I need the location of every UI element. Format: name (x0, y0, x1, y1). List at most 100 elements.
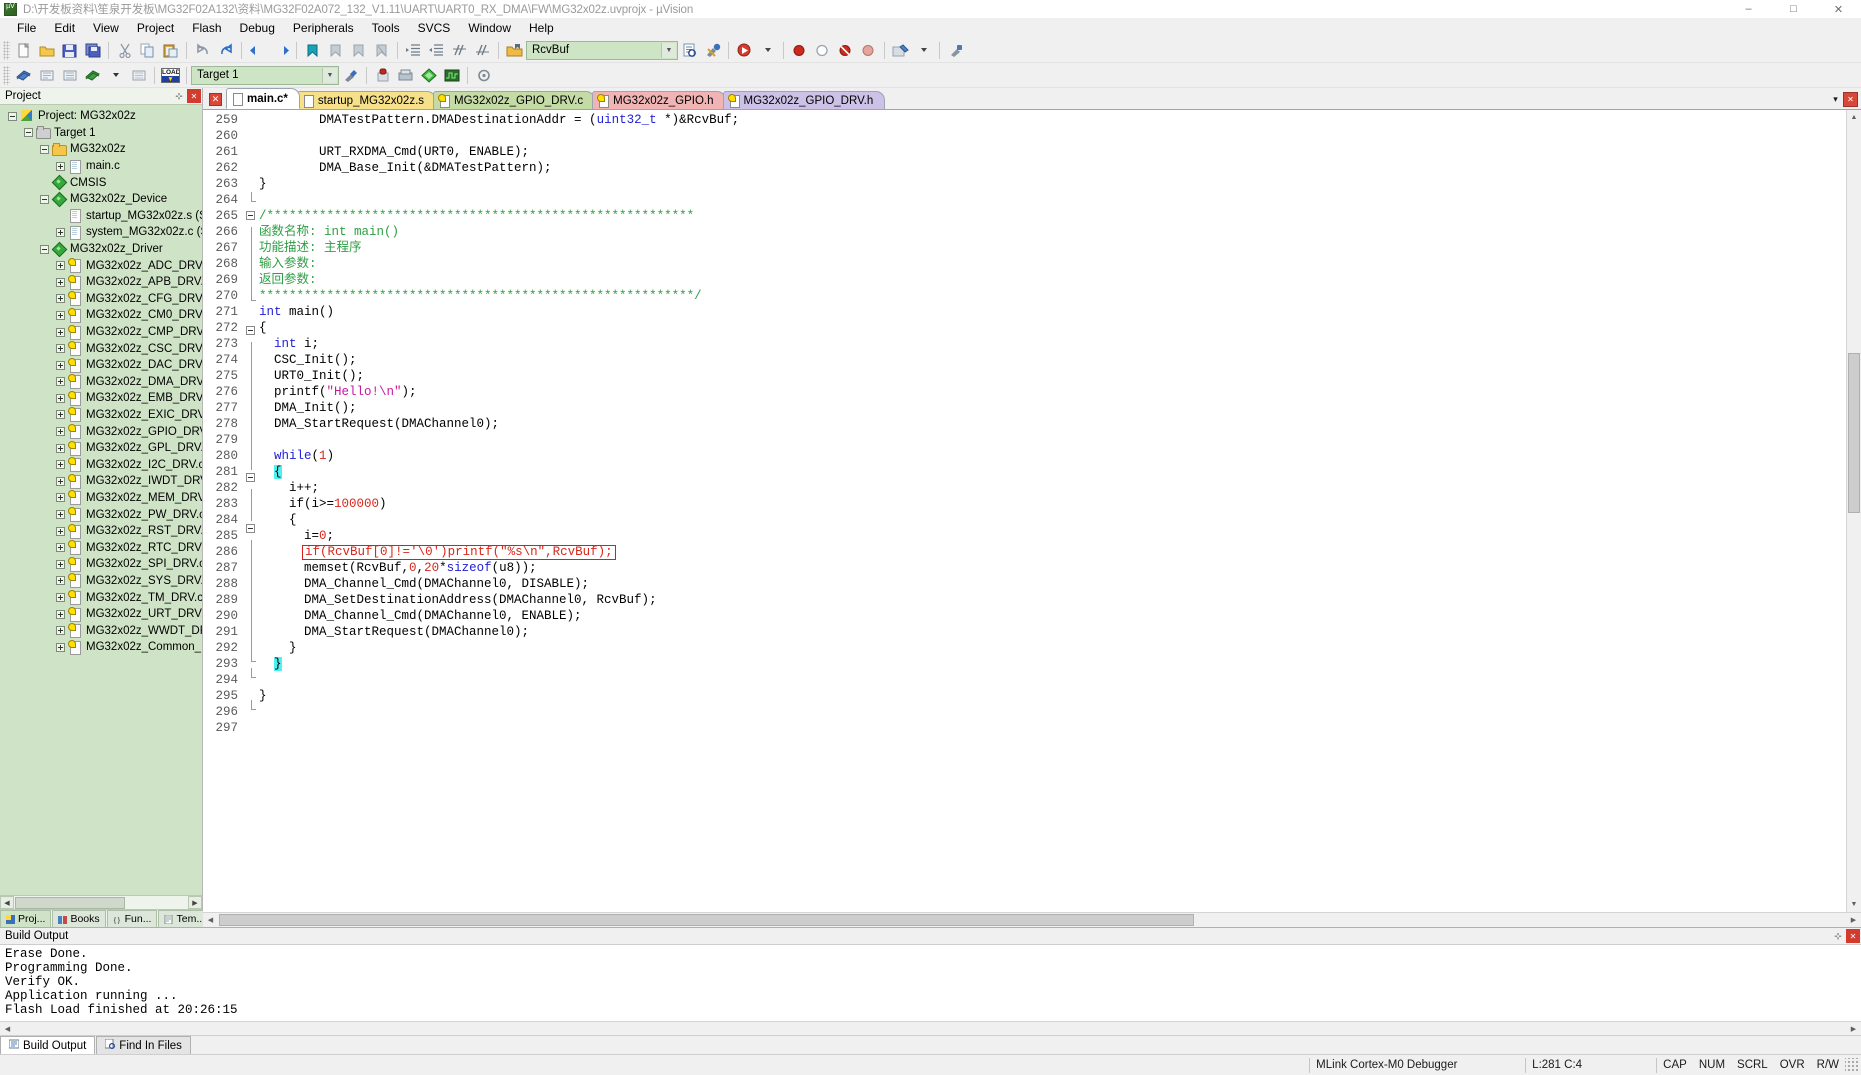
tree-item[interactable]: MG32x02z_WWDT_DRV (0, 622, 202, 639)
fold-collapse-icon[interactable] (246, 524, 255, 533)
expand-icon[interactable] (56, 559, 65, 569)
load-icon[interactable]: LOAD ▼ (160, 65, 181, 86)
tree-item[interactable]: startup_MG32x02z.s (St (0, 208, 202, 225)
code-line[interactable]: URT0_Init(); (259, 368, 1846, 384)
tree-item[interactable]: MG32x02z_RST_DRV.c ( (0, 523, 202, 540)
cut-icon[interactable] (114, 40, 135, 61)
scroll-right-icon[interactable]: ▶ (188, 896, 202, 909)
editor-tab[interactable]: main.c* (226, 88, 300, 109)
code-line[interactable]: } (259, 176, 1846, 192)
editor-tab[interactable]: MG32x02z_GPIO.h (592, 91, 726, 109)
code-line[interactable]: memset(RcvBuf,0,20*sizeof(u8)); (259, 560, 1846, 576)
build-output-text[interactable]: Erase Done. Programming Done. Verify OK. Ap… (0, 945, 1861, 1021)
code-line[interactable]: 返回参数: (259, 272, 1846, 288)
menu-edit[interactable]: Edit (45, 19, 84, 37)
code-line[interactable]: } (259, 640, 1846, 656)
scroll-track[interactable] (1847, 125, 1861, 897)
configure-toolbar-icon[interactable] (945, 40, 966, 61)
editor-tab[interactable]: MG32x02z_GPIO_DRV.h (722, 91, 886, 109)
tree-item[interactable]: MG32x02z_PW_DRV.c ( (0, 506, 202, 523)
expand-icon[interactable] (56, 327, 65, 337)
tree-item[interactable]: MG32x02z_EXIC_DRV.c (0, 407, 202, 424)
scroll-down-icon[interactable]: ▾ (1828, 92, 1843, 107)
pin-icon[interactable]: ⊹ (1831, 929, 1845, 943)
collapse-icon[interactable] (40, 244, 49, 254)
code-line[interactable] (259, 672, 1846, 688)
expand-icon[interactable] (56, 593, 65, 603)
chevron-down-icon[interactable]: ▼ (322, 67, 337, 83)
code-line[interactable]: CSC_Init(); (259, 352, 1846, 368)
tree-item[interactable]: system_MG32x02z.c (St (0, 224, 202, 241)
tree-item[interactable]: MG32x02z_CMP_DRV.c (0, 324, 202, 341)
expand-icon[interactable] (56, 277, 65, 287)
step-over-icon[interactable] (128, 65, 149, 86)
expand-icon[interactable] (56, 294, 65, 304)
expand-icon[interactable] (56, 510, 65, 520)
tree-item[interactable]: main.c (0, 158, 202, 175)
watch-icon[interactable] (418, 65, 439, 86)
collapse-icon[interactable] (40, 144, 49, 154)
fold-collapse-icon[interactable] (246, 326, 255, 335)
code-line[interactable] (259, 192, 1846, 208)
find-in-files-icon[interactable] (679, 40, 700, 61)
indent-icon[interactable] (403, 40, 424, 61)
code-line[interactable]: if(RcvBuf[0]!='\0')printf("%s\n",RcvBuf)… (259, 544, 1846, 560)
memory-icon[interactable] (395, 65, 416, 86)
expand-icon[interactable] (56, 493, 65, 503)
insert-breakpoint-icon[interactable] (789, 40, 810, 61)
menu-help[interactable]: Help (520, 19, 563, 37)
navigate-forward-icon[interactable] (270, 40, 291, 61)
navigate-back-icon[interactable] (247, 40, 268, 61)
tree-item[interactable]: CMSIS (0, 174, 202, 191)
disable-all-breakpoints-icon[interactable] (858, 40, 879, 61)
chevron-down-icon[interactable]: ▼ (661, 42, 676, 58)
tree-item[interactable]: MG32x02z_APB_DRV.c (0, 274, 202, 291)
code-line[interactable]: 功能描述: 主程序 (259, 240, 1846, 256)
configure-target-icon[interactable] (340, 65, 361, 86)
tree-item[interactable]: MG32x02z_RTC_DRV.c ( (0, 539, 202, 556)
expand-icon[interactable] (56, 526, 65, 536)
expand-icon[interactable] (56, 261, 65, 271)
disable-breakpoint-icon[interactable] (812, 40, 833, 61)
close-tab-icon[interactable]: ✕ (1843, 92, 1858, 107)
editor-tab[interactable]: startup_MG32x02z.s (296, 91, 437, 109)
code-line[interactable]: DMA_Init(); (259, 400, 1846, 416)
code-line[interactable]: URT_RXDMA_Cmd(URT0, ENABLE); (259, 144, 1846, 160)
save-all-icon[interactable] (82, 40, 103, 61)
expand-icon[interactable] (56, 310, 65, 320)
expand-icon[interactable] (56, 410, 65, 420)
configure-icon[interactable] (702, 40, 723, 61)
editor-tab[interactable]: MG32x02z_GPIO_DRV.c (433, 91, 596, 109)
step-icon[interactable] (82, 65, 103, 86)
toolbar-grip[interactable] (3, 40, 10, 60)
expand-icon[interactable] (56, 642, 65, 652)
expand-icon[interactable] (56, 460, 65, 470)
scroll-right-icon[interactable]: ▶ (1846, 913, 1861, 927)
scroll-thumb[interactable] (15, 896, 125, 909)
new-file-icon[interactable] (13, 40, 34, 61)
code-line[interactable]: DMA_StartRequest(DMAChannel0); (259, 624, 1846, 640)
scroll-left-icon[interactable]: ◀ (0, 1022, 15, 1036)
tree-item[interactable]: MG32x02z_CSC_DRV.c (0, 340, 202, 357)
tree-horizontal-scrollbar[interactable]: ◀ ▶ (0, 895, 202, 909)
panel-tab-books[interactable]: Books (52, 910, 106, 927)
code-line[interactable]: } (259, 688, 1846, 704)
menu-peripherals[interactable]: Peripherals (284, 19, 363, 37)
expand-icon[interactable] (56, 609, 65, 619)
code-line[interactable]: { (259, 320, 1846, 336)
collapse-icon[interactable] (24, 128, 33, 138)
uncomment-icon[interactable] (472, 40, 493, 61)
editor-horizontal-scrollbar[interactable]: ◀ ▶ (203, 912, 1861, 927)
tree-item[interactable]: MG32x02z_Common_ (0, 639, 202, 656)
chevron-down-icon[interactable] (913, 40, 934, 61)
scroll-left-icon[interactable]: ◀ (203, 913, 218, 927)
resize-grip[interactable] (1845, 1058, 1859, 1072)
stop-icon[interactable] (59, 65, 80, 86)
code-editor[interactable]: 259 260 261 262 263 264 265 266 267 268 269 270 271 2… (203, 110, 1846, 912)
code-line[interactable]: int i; (259, 336, 1846, 352)
expand-icon[interactable] (56, 161, 65, 171)
tree-item[interactable]: Target 1 (0, 125, 202, 142)
editor-vertical-scrollbar[interactable]: ▲ ▼ (1846, 110, 1861, 912)
tree-item[interactable]: Project: MG32x02z (0, 108, 202, 125)
expand-icon[interactable] (56, 443, 65, 453)
